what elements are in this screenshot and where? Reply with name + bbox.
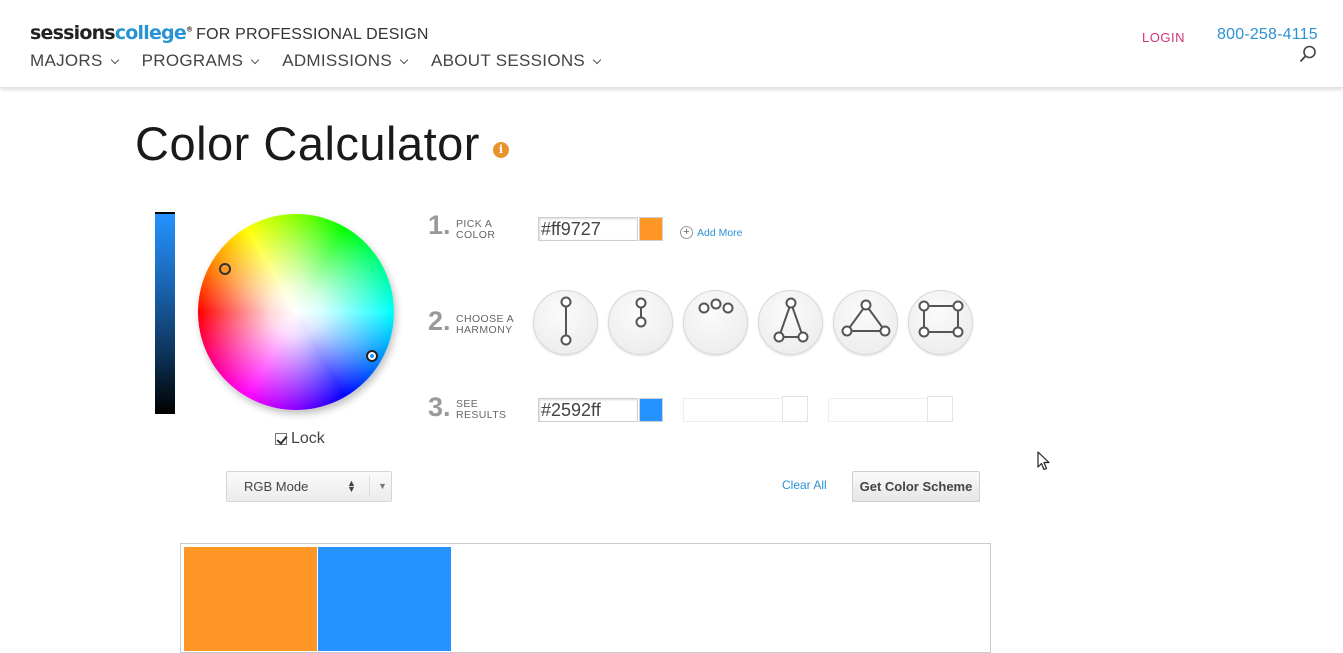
pick-color-swatch[interactable] xyxy=(639,217,663,241)
color-mode-select[interactable]: RGB Mode ▲ ▼ ▼ xyxy=(226,471,392,502)
checkbox-checked-icon xyxy=(275,433,287,445)
result-color-input-3[interactable] xyxy=(828,398,928,422)
result-swatch-1[interactable] xyxy=(639,398,663,422)
harmony-tetrad-button[interactable] xyxy=(908,290,973,355)
logo-wordmark: sessionscollege® xyxy=(30,22,193,44)
add-more-button[interactable]: + Add More xyxy=(680,226,743,239)
harmony-complementary-button[interactable] xyxy=(533,290,598,355)
site-logo[interactable]: sessionscollege® FOR PROFESSIONAL DESIGN xyxy=(30,22,429,44)
scheme-swatch-2[interactable] xyxy=(318,547,451,651)
chevron-down-icon xyxy=(110,55,119,64)
page-title: Color Calculator xyxy=(135,117,480,170)
main-nav: MAJORS PROGRAMS ADMISSIONS ABOUT SESSION… xyxy=(30,51,624,71)
get-color-scheme-button[interactable]: Get Color Scheme xyxy=(852,471,980,502)
nav-admissions[interactable]: ADMISSIONS xyxy=(282,51,409,71)
harmony-triangle-button[interactable] xyxy=(833,290,898,355)
lock-label: Lock xyxy=(291,430,325,447)
search-icon[interactable] xyxy=(1299,45,1317,63)
split-complementary-icon xyxy=(635,297,647,328)
color-mode-value: RGB Mode xyxy=(244,479,309,494)
step-3-label: SEE RESULTS xyxy=(456,398,507,421)
complementary-icon xyxy=(560,296,572,346)
scheme-swatch-1[interactable] xyxy=(184,547,317,651)
mouse-cursor-icon xyxy=(1037,451,1050,471)
nav-majors[interactable]: MAJORS xyxy=(30,51,119,71)
step-2-label: CHOOSE A HARMONY xyxy=(456,313,515,336)
tetrad-icon xyxy=(918,300,964,338)
chevron-down-icon xyxy=(592,55,602,64)
plus-circle-icon: + xyxy=(680,226,693,239)
chevron-down-icon xyxy=(250,55,260,64)
clear-all-link[interactable]: Clear All xyxy=(782,478,827,492)
triangle-icon xyxy=(841,299,891,337)
harmony-triad-button[interactable] xyxy=(758,290,823,355)
harmony-split-button[interactable] xyxy=(608,290,673,355)
step-1-label: PICK A COLOR xyxy=(456,218,496,241)
secondary-color-marker[interactable] xyxy=(366,350,378,362)
color-scheme-results xyxy=(180,543,991,653)
updown-arrows-icon: ▲ ▼ xyxy=(347,478,356,494)
login-link[interactable]: LOGIN xyxy=(1142,30,1185,45)
info-icon[interactable]: i xyxy=(493,142,509,158)
logo-tagline: FOR PROFESSIONAL DESIGN xyxy=(196,26,429,43)
site-header: sessionscollege® FOR PROFESSIONAL DESIGN … xyxy=(0,0,1343,88)
nav-programs[interactable]: PROGRAMS xyxy=(142,51,260,71)
pick-color-input[interactable]: #ff9727 xyxy=(538,217,638,241)
step-2-number: 2. xyxy=(428,306,451,336)
triad-icon xyxy=(773,297,809,343)
phone-link[interactable]: 800-258-4115 xyxy=(1217,26,1318,44)
brightness-slider[interactable] xyxy=(155,212,175,414)
dropdown-arrow-icon: ▼ xyxy=(378,481,387,491)
result-swatch-3[interactable] xyxy=(927,396,953,422)
harmony-analogous-button[interactable] xyxy=(683,290,748,355)
primary-color-marker[interactable] xyxy=(219,263,231,275)
chevron-down-icon xyxy=(399,55,409,64)
select-divider xyxy=(369,476,370,497)
nav-about-sessions[interactable]: ABOUT SESSIONS xyxy=(431,51,602,71)
step-1-number: 1. xyxy=(428,210,451,240)
color-wheel[interactable] xyxy=(198,214,394,410)
step-3-number: 3. xyxy=(428,392,451,422)
result-swatch-2[interactable] xyxy=(782,396,808,422)
result-color-input-1[interactable]: #2592ff xyxy=(538,398,638,422)
result-color-input-2[interactable] xyxy=(683,398,783,422)
lock-checkbox[interactable]: Lock xyxy=(275,430,325,448)
analogous-icon xyxy=(698,298,734,314)
